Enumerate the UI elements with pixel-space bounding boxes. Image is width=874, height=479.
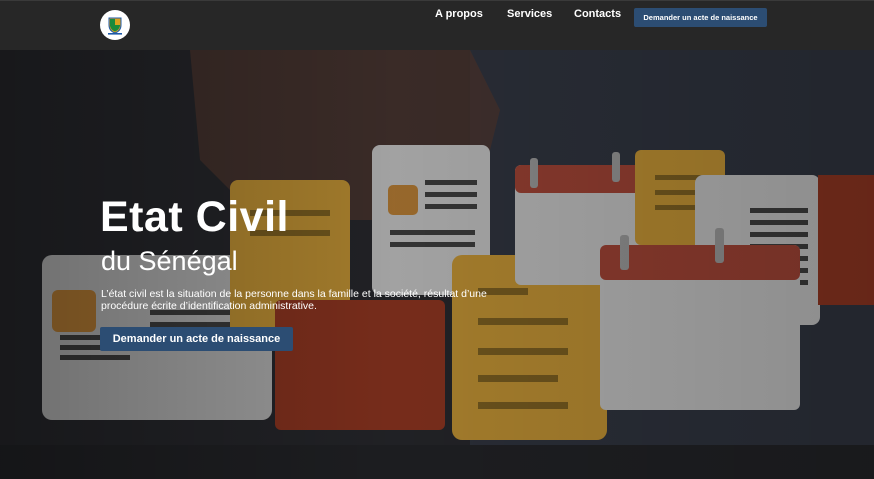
hero-request-birth-certificate-button[interactable]: Demander un acte de naissance [100,327,293,351]
nav-request-birth-certificate-button[interactable]: Demander un acte de naissance [634,8,767,27]
site-logo[interactable] [100,10,130,40]
hero-title: Etat Civil [100,193,289,241]
hero-subtitle: du Sénégal [101,246,238,276]
hero-description: L’état civil est la situation de la pers… [101,288,487,312]
nav-link-a-propos[interactable]: A propos [435,8,483,20]
hero-section: Etat Civil du Sénégal L’état civil est l… [0,50,874,479]
navbar: A propos Services Contacts Demander un a… [0,0,874,50]
nav-link-contacts[interactable]: Contacts [574,8,621,20]
nav-link-services[interactable]: Services [507,8,552,20]
senegal-coat-of-arms-icon [108,17,122,35]
page: A propos Services Contacts Demander un a… [0,0,874,479]
